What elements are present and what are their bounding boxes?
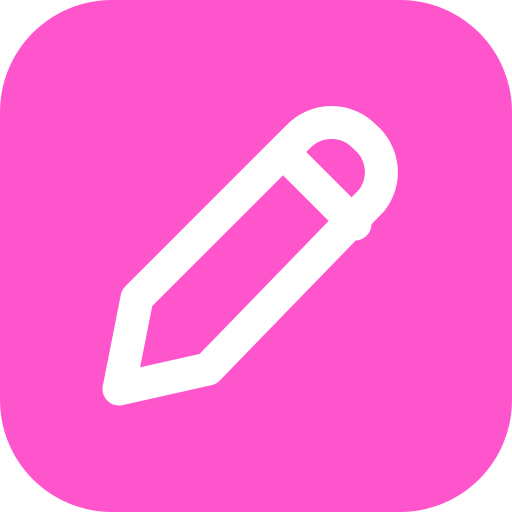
app-icon[interactable] xyxy=(0,0,512,512)
pencil-icon xyxy=(0,0,512,512)
